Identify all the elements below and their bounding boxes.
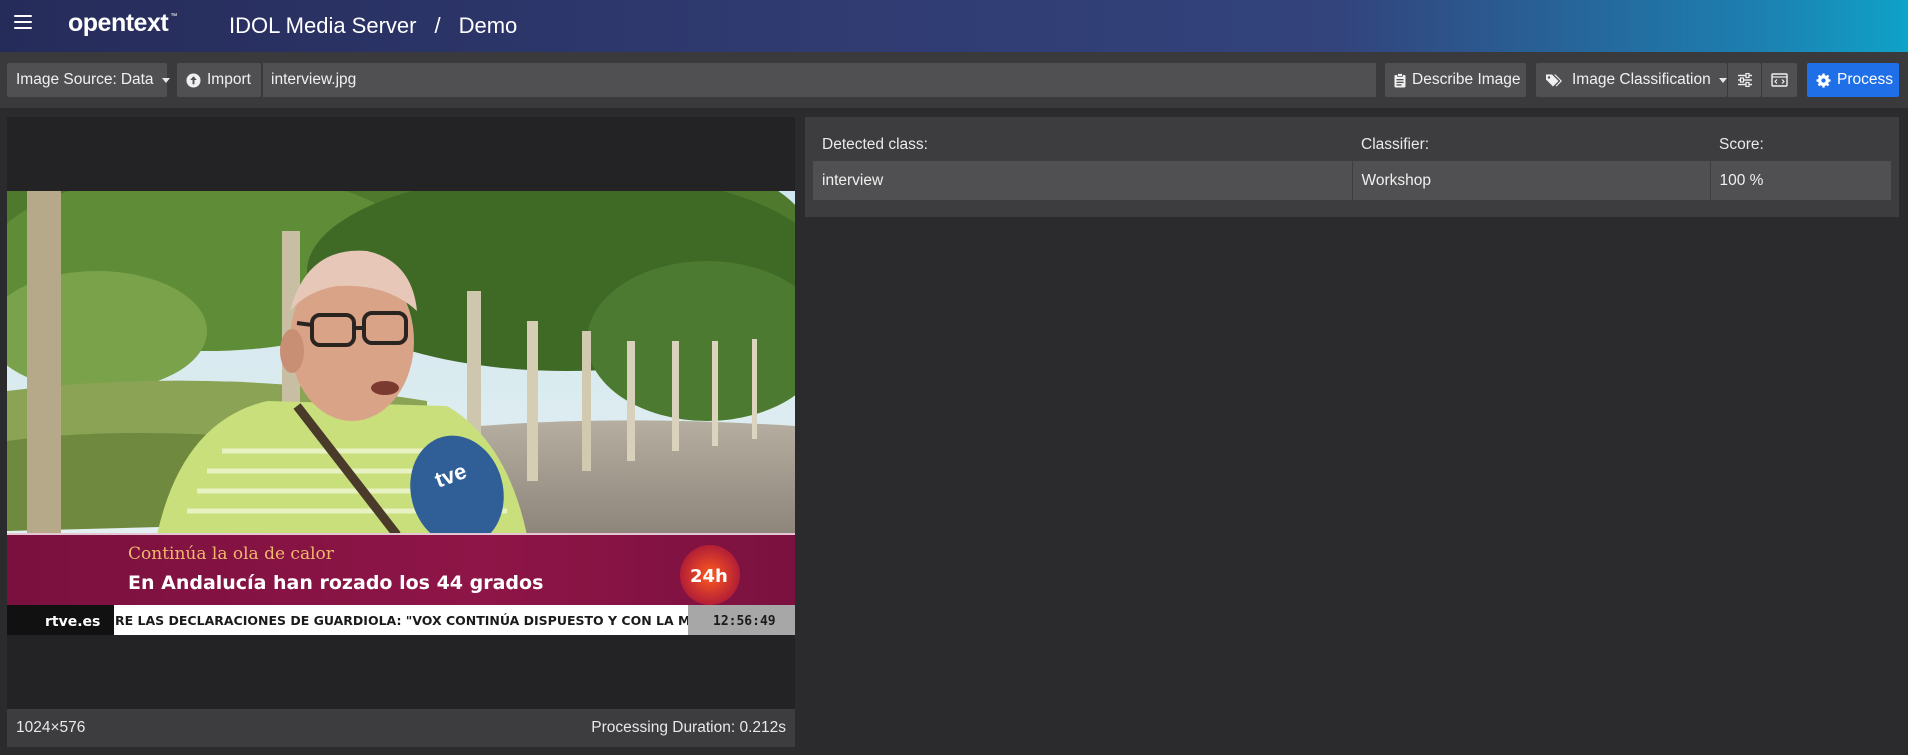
image-source-dropdown[interactable]: Image Source: Data bbox=[7, 63, 170, 97]
app-header: opentext ™ IDOL Media Server / Demo bbox=[0, 0, 1908, 52]
code-view-button[interactable] bbox=[1761, 63, 1797, 97]
chevron-down-icon bbox=[1718, 77, 1727, 83]
interview-photo: tve Continúa la ola de calor En Andalucí… bbox=[7, 191, 795, 635]
score-cell: 100 % bbox=[1710, 161, 1891, 200]
processing-duration: Processing Duration: 0.212s bbox=[591, 719, 786, 737]
breadcrumb-app[interactable]: IDOL Media Server bbox=[229, 13, 416, 39]
sliders-icon bbox=[1737, 73, 1753, 87]
breadcrumb-page: Demo bbox=[458, 13, 518, 38]
classifier-header: Classifier: bbox=[1361, 136, 1430, 153]
file-name-value: interview.jpg bbox=[271, 71, 357, 88]
processing-duration-value: 0.212s bbox=[739, 719, 786, 736]
import-label: Import bbox=[207, 71, 251, 88]
gear-icon bbox=[1816, 72, 1831, 88]
rtve-logo: rtve.es bbox=[45, 614, 100, 630]
chevron-down-icon bbox=[161, 77, 170, 83]
import-button[interactable]: Import bbox=[177, 63, 261, 97]
image-source-label: Image Source: bbox=[16, 71, 117, 88]
toolbar: Image Source: Data Import interview.jpg … bbox=[0, 52, 1908, 108]
detected-class-header: Detected class: bbox=[822, 136, 928, 153]
results-header-row: Detected class: Classifier: Score: bbox=[813, 129, 1891, 161]
results-table: Detected class: Classifier: Score: inter… bbox=[813, 129, 1891, 200]
banner-headline: En Andalucía han rozado los 44 grados bbox=[128, 572, 543, 594]
describe-image-button[interactable]: Describe Image bbox=[1385, 63, 1526, 97]
interview-image: tve Continúa la ola de calor En Andalucí… bbox=[7, 191, 795, 635]
processing-duration-label: Processing Duration: bbox=[591, 719, 736, 736]
ticker-text: RE LAS DECLARACIONES DE GUARDIOLA: "VOX … bbox=[115, 613, 690, 628]
tags-icon bbox=[1545, 73, 1563, 88]
process-button[interactable]: Process bbox=[1807, 63, 1899, 97]
image-preview-panel: tve Continúa la ola de calor En Andalucí… bbox=[7, 117, 795, 747]
settings-sliders-button[interactable] bbox=[1727, 63, 1761, 97]
menu-icon[interactable] bbox=[14, 15, 32, 31]
opentext-logo: opentext ™ bbox=[68, 9, 177, 37]
image-footer: 1024×576 Processing Duration: 0.212s bbox=[7, 709, 795, 747]
banner-title: Continúa la ola de calor bbox=[128, 544, 335, 564]
code-window-icon bbox=[1771, 73, 1788, 87]
file-name-field[interactable]: interview.jpg bbox=[262, 63, 1376, 97]
clipboard-icon bbox=[1394, 72, 1406, 88]
ticker-clock: 12:56:49 bbox=[713, 614, 776, 629]
image-classification-dropdown[interactable]: Image Classification bbox=[1536, 63, 1727, 97]
process-label: Process bbox=[1837, 71, 1893, 88]
classifier-cell: Workshop bbox=[1352, 161, 1711, 200]
image-classification-label: Image Classification bbox=[1572, 71, 1711, 88]
detected-class-cell: interview bbox=[813, 161, 1353, 200]
score-header: Score: bbox=[1719, 136, 1764, 153]
image-dimensions: 1024×576 bbox=[16, 719, 86, 736]
table-row[interactable]: interview Workshop 100 % bbox=[813, 161, 1891, 200]
results-panel: Detected class: Classifier: Score: inter… bbox=[805, 117, 1899, 217]
upload-circle-icon bbox=[186, 72, 201, 88]
breadcrumb: IDOL Media Server / Demo bbox=[229, 13, 517, 39]
breadcrumb-separator: / bbox=[434, 13, 441, 38]
describe-image-label: Describe Image bbox=[1412, 71, 1521, 88]
image-source-value: Data bbox=[120, 71, 154, 88]
channel-24h-label: 24h bbox=[690, 566, 728, 587]
